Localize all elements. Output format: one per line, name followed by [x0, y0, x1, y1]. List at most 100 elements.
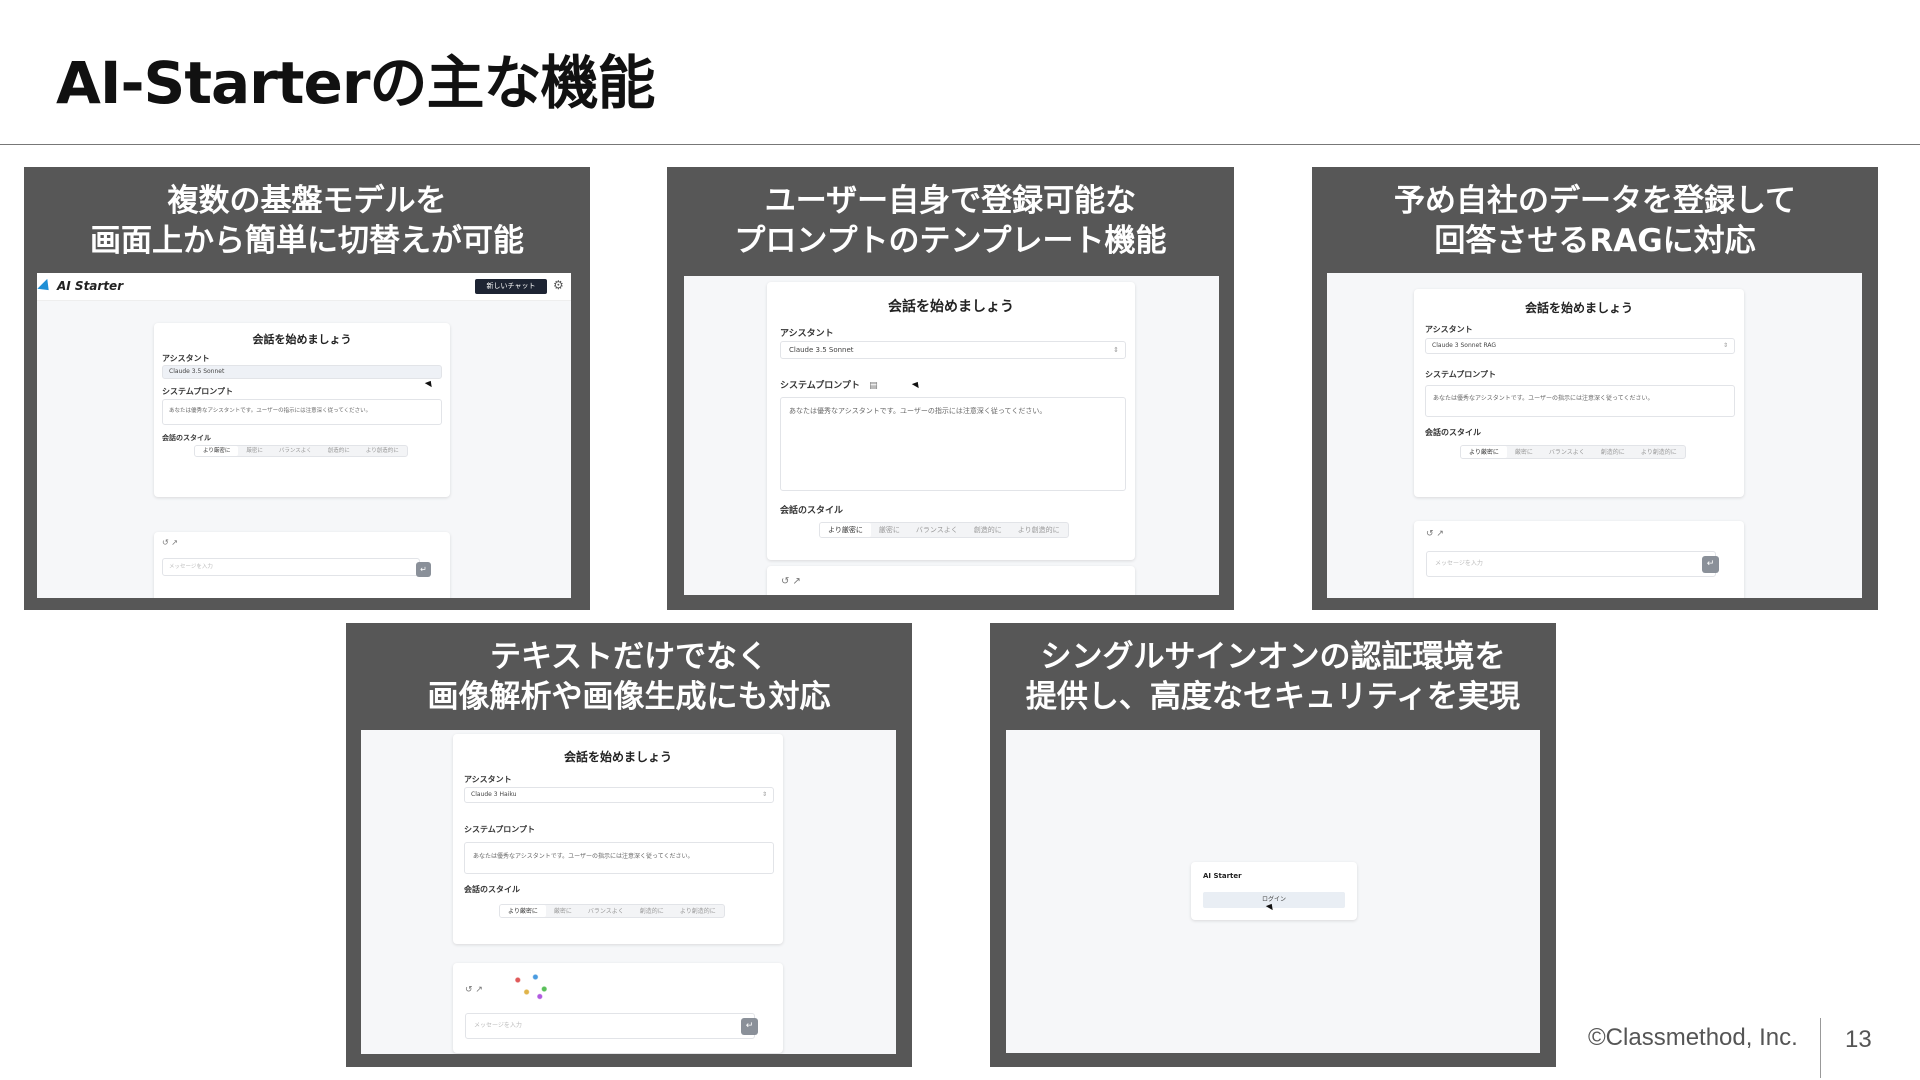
style-selector[interactable]: より厳密に 厳密に バランスよく 創造的に より創造的に: [499, 904, 725, 918]
style-option[interactable]: 創造的に: [320, 446, 358, 456]
composer-icons: ↺ ↗: [162, 538, 178, 547]
style-option[interactable]: バランスよく: [908, 523, 966, 537]
style-label: 会話のスタイル: [464, 885, 520, 894]
style-option[interactable]: より厳密に: [1461, 446, 1507, 458]
send-button[interactable]: ↵: [741, 1018, 758, 1035]
composer-icons: ↺ ↗: [465, 985, 483, 995]
feature-heading-line: 予め自社のデータを登録して: [1393, 183, 1797, 219]
assistant-label: アシスタント: [464, 775, 512, 784]
style-option[interactable]: 創造的に: [632, 905, 672, 917]
style-option[interactable]: より創造的に: [672, 905, 724, 917]
feature-card-sso: シングルサインオンの認証環境を 提供し、高度なセキュリティを実現 AI Star…: [990, 623, 1556, 1067]
chat-setup-panel: 会話を始めましょう アシスタント Claude 3 Haiku ⇕ システムプロ…: [453, 734, 783, 944]
model-select-value: Claude 3.5 Sonnet: [789, 346, 854, 354]
style-option[interactable]: 厳密に: [546, 905, 580, 917]
style-option[interactable]: より厳密に: [195, 446, 239, 456]
feature-heading: 予め自社のデータを登録して 回答させるRAGに対応: [1312, 181, 1878, 261]
message-composer: ↺ ↗ メッセージを入力 ↵: [1414, 521, 1744, 598]
assistant-label: アシスタント: [780, 329, 834, 339]
title-divider: [0, 144, 1920, 145]
settings-icon[interactable]: ⚙: [553, 278, 564, 292]
prompt-textarea[interactable]: あなたは優秀なアシスタントです。ユーザーの指示には注意深く従ってください。: [162, 399, 442, 425]
panel-title: 会話を始めましょう: [563, 750, 672, 764]
prompt-textarea[interactable]: あなたは優秀なアシスタントです。ユーザーの指示には注意深く従ってください。: [464, 842, 774, 874]
style-option[interactable]: 厳密に: [1507, 446, 1541, 458]
style-label: 会話のスタイル: [1425, 428, 1481, 437]
app-screenshot: AI Starter 新しいチャット ⚙ 会話を始めましょう アシスタント Cl…: [37, 273, 571, 598]
chevron-icon: ⇕: [1722, 342, 1728, 349]
new-chat-button[interactable]: 新しいチャット: [475, 279, 547, 294]
model-select[interactable]: Claude 3 Sonnet RAG ⇕: [1425, 338, 1735, 354]
style-selector[interactable]: より厳密に 厳密に バランスよく 創造的に より創造的に: [1460, 445, 1686, 459]
app-screenshot: 会話を始めましょう アシスタント Claude 3 Sonnet RAG ⇕ シ…: [1327, 273, 1862, 598]
feature-heading: ユーザー自身で登録可能な プロンプトのテンプレート機能: [667, 181, 1234, 261]
prompt-label-text: システムプロンプト: [780, 381, 860, 391]
feature-heading-line: 画像解析や画像生成にも対応: [427, 679, 831, 715]
panel-title: 会話を始めましょう: [1524, 301, 1633, 315]
message-input[interactable]: メッセージを入力: [1426, 551, 1716, 577]
send-button[interactable]: ↵: [416, 562, 431, 577]
message-input[interactable]: メッセージを入力: [465, 1013, 755, 1039]
feature-card-prompt-template: ユーザー自身で登録可能な プロンプトのテンプレート機能 会話を始めましょう アシ…: [667, 167, 1234, 610]
feature-heading-line: 回答させるRAGに対応: [1434, 223, 1756, 259]
style-option[interactable]: より創造的に: [1633, 446, 1685, 458]
style-option[interactable]: バランスよく: [580, 905, 632, 917]
model-select-value: Claude 3 Sonnet RAG: [1432, 342, 1497, 349]
style-option[interactable]: 厳密に: [238, 446, 271, 456]
prompt-label: システムプロンプト: [162, 387, 234, 396]
prompt-label: システムプロンプト: [464, 825, 536, 834]
style-option[interactable]: 創造的に: [966, 523, 1010, 537]
model-select[interactable]: Claude 3.5 Sonnet ⇕: [780, 341, 1126, 359]
feature-heading-line: シングルサインオンの認証環境を: [1040, 639, 1506, 675]
message-input[interactable]: メッセージを入力: [162, 558, 420, 576]
message-composer: ↺ ↗ メッセージを入力 ↵: [154, 532, 450, 598]
login-panel: AI Starter ログイン: [1191, 862, 1357, 920]
style-option[interactable]: バランスよく: [271, 446, 320, 456]
prompt-textarea[interactable]: あなたは優秀なアシスタントです。ユーザーの指示には注意深く従ってください。: [1425, 385, 1735, 417]
style-option[interactable]: より厳密に: [820, 523, 871, 537]
app-screenshot: 会話を始めましょう アシスタント Claude 3 Haiku ⇕ システムプロ…: [361, 730, 896, 1054]
feature-heading-line: 画面上から簡単に切替えが可能: [90, 223, 524, 259]
chat-setup-panel: 会話を始めましょう アシスタント Claude 3.5 Sonnet システムプ…: [154, 323, 450, 497]
style-option[interactable]: バランスよく: [1541, 446, 1593, 458]
page-number: 13: [1845, 1026, 1872, 1053]
composer-icons: ↺ ↗: [1426, 529, 1444, 539]
assistant-label: アシスタント: [162, 354, 210, 363]
style-option[interactable]: より創造的に: [358, 446, 407, 456]
style-selector[interactable]: より厳密に 厳密に バランスよく 創造的に より創造的に: [819, 522, 1069, 538]
model-select-value: Claude 3.5 Sonnet: [169, 368, 225, 375]
chevron-icon: ⇕: [761, 791, 767, 798]
feature-heading: シングルサインオンの認証環境を 提供し、高度なセキュリティを実現: [990, 637, 1556, 717]
style-option[interactable]: 厳密に: [871, 523, 908, 537]
slide-title: AI-Starterの主な機能: [56, 49, 655, 117]
style-label: 会話のスタイル: [780, 506, 844, 516]
message-composer: ↺ ↗ メッセージを入力 ↵: [453, 963, 783, 1053]
panel-title: 会話を始めましょう: [888, 299, 1014, 315]
feature-heading-line: 複数の基盤モデルを: [167, 183, 447, 219]
feature-card-model-switch: 複数の基盤モデルを 画面上から簡単に切替えが可能 AI Starter 新しいチ…: [24, 167, 590, 610]
app-screenshot: AI Starter ログイン: [1006, 730, 1540, 1053]
feature-heading: テキストだけでなく 画像解析や画像生成にも対応: [346, 637, 912, 717]
template-icon[interactable]: ▤: [869, 381, 878, 391]
style-option[interactable]: より厳密に: [500, 905, 546, 917]
brand-name: AI Starter: [1203, 872, 1242, 880]
model-select[interactable]: Claude 3.5 Sonnet: [162, 365, 442, 379]
model-select-value: Claude 3 Haiku: [471, 791, 517, 798]
copyright: ©Classmethod, Inc.: [1588, 1024, 1798, 1051]
style-option[interactable]: より創造的に: [1010, 523, 1068, 537]
send-button[interactable]: ↵: [1702, 556, 1719, 573]
feature-heading-line: プロンプトのテンプレート機能: [734, 223, 1167, 259]
style-selector[interactable]: より厳密に 厳密に バランスよく 創造的に より創造的に: [194, 445, 408, 457]
footer-divider: [1820, 1018, 1821, 1078]
slide: AI-Starterの主な機能 複数の基盤モデルを 画面上から簡単に切替えが可能…: [0, 0, 1920, 1080]
prompt-textarea[interactable]: あなたは優秀なアシスタントです。ユーザーの指示には注意深く従ってください。: [780, 397, 1126, 491]
prompt-label: システムプロンプト: [1425, 370, 1497, 379]
assistant-label: アシスタント: [1425, 325, 1473, 334]
feature-heading-line: ユーザー自身で登録可能な: [764, 183, 1137, 219]
feature-card-rag: 予め自社のデータを登録して 回答させるRAGに対応 会話を始めましょう アシスタ…: [1312, 167, 1878, 610]
feature-heading: 複数の基盤モデルを 画面上から簡単に切替えが可能: [24, 181, 590, 261]
feature-heading-line: テキストだけでなく: [489, 639, 769, 675]
prompt-label: システムプロンプト ▤: [780, 378, 878, 391]
model-select[interactable]: Claude 3 Haiku ⇕: [464, 787, 774, 803]
style-option[interactable]: 創造的に: [1593, 446, 1633, 458]
